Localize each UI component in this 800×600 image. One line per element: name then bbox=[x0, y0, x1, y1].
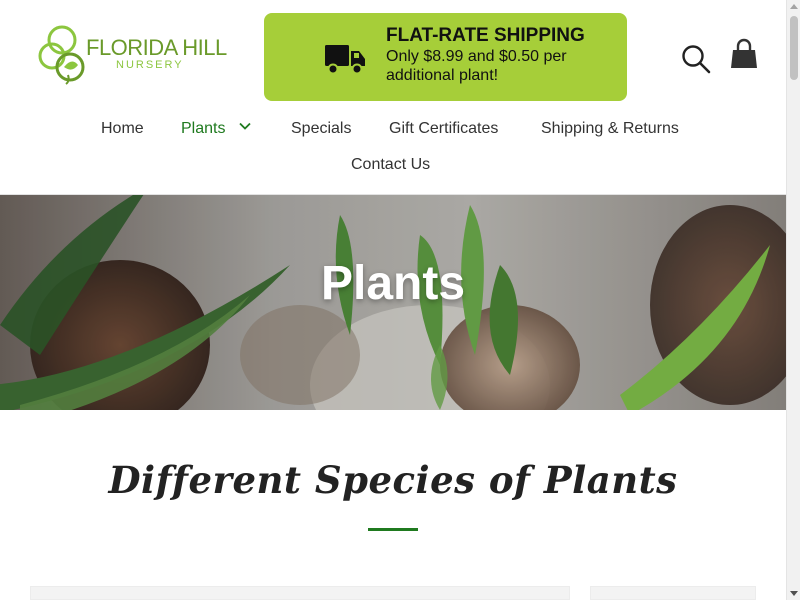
scroll-up-arrow-icon[interactable] bbox=[787, 0, 800, 14]
search-button[interactable] bbox=[681, 44, 711, 74]
clover-logo-icon bbox=[38, 25, 85, 85]
section-accent-rule bbox=[368, 528, 418, 531]
cart-button[interactable] bbox=[730, 38, 758, 70]
nav-shipping-returns[interactable]: Shipping & Returns bbox=[541, 119, 679, 139]
site-logo[interactable]: FLORIDA HILL NURSERY bbox=[38, 22, 228, 86]
search-icon bbox=[682, 45, 711, 74]
nav-plants[interactable]: Plants bbox=[181, 119, 252, 139]
shipping-title: FLAT-RATE SHIPPING bbox=[386, 25, 585, 46]
shipping-subtitle: Only $8.99 and $0.50 per additional plan… bbox=[386, 48, 567, 84]
hero-title: Plants bbox=[320, 257, 466, 310]
product-card[interactable] bbox=[590, 586, 756, 600]
shipping-banner[interactable]: FLAT-RATE SHIPPING Only $8.99 and $0.50 … bbox=[264, 13, 627, 101]
nav-contact-us[interactable]: Contact Us bbox=[351, 155, 430, 175]
chevron-down-icon[interactable] bbox=[239, 120, 252, 132]
scrollbar-thumb[interactable] bbox=[790, 16, 798, 80]
scroll-down-arrow-icon[interactable] bbox=[787, 586, 800, 600]
nav-plants-label: Plants bbox=[181, 120, 226, 137]
main-nav: Home Plants Specials Gift Certificates S… bbox=[0, 117, 786, 187]
nav-home[interactable]: Home bbox=[101, 119, 144, 139]
section-title: Different Species of Plants bbox=[108, 458, 678, 502]
truck-icon bbox=[325, 45, 365, 75]
nav-specials[interactable]: Specials bbox=[291, 119, 351, 139]
vertical-scrollbar[interactable] bbox=[786, 0, 800, 600]
logo-subtitle: NURSERY bbox=[116, 59, 184, 71]
logo-name: FLORIDA HILL bbox=[86, 35, 227, 60]
product-card[interactable] bbox=[30, 586, 570, 600]
nav-gift-certificates[interactable]: Gift Certificates bbox=[389, 119, 498, 139]
shopping-bag-icon bbox=[731, 38, 757, 68]
